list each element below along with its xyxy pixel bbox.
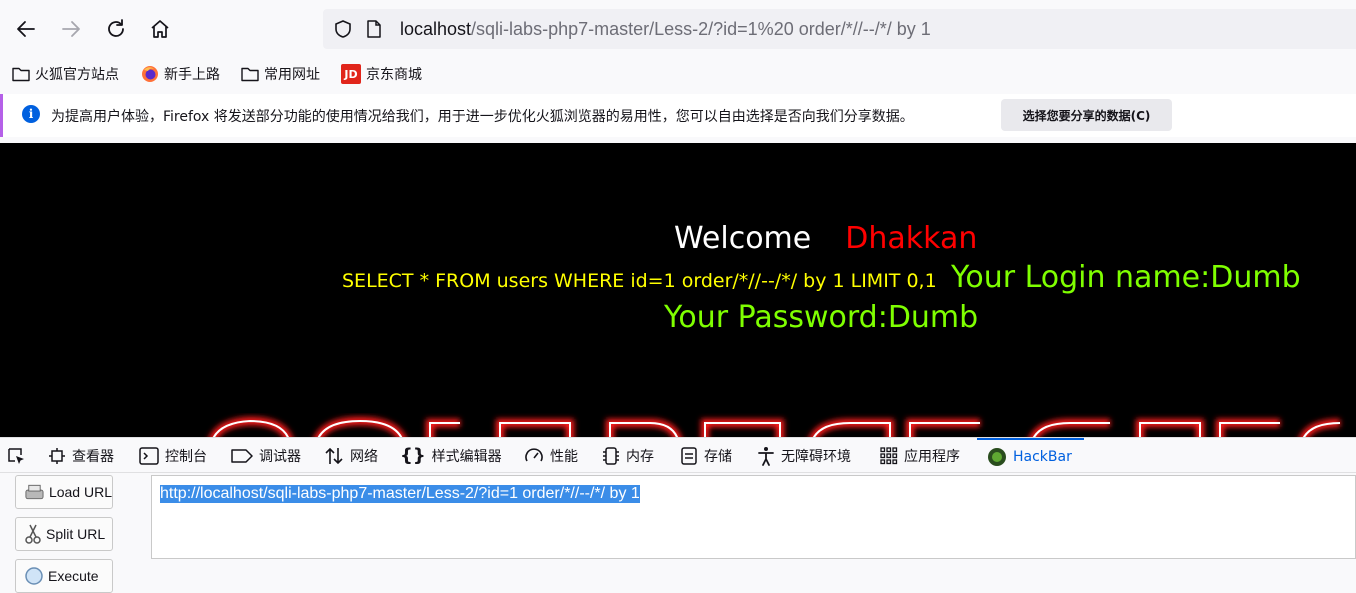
tab-label: 控制台 — [165, 448, 207, 465]
network-icon — [325, 447, 343, 464]
tab-memory[interactable]: 内存 — [602, 438, 654, 473]
console-icon — [139, 446, 159, 465]
page-content: Welcome Dhakkan SELECT * FROM users WHERE… — [0, 143, 1356, 437]
welcome-line: Welcome Dhakkan — [674, 221, 977, 256]
hackbar-icon — [988, 447, 1006, 466]
devtools-tabbar: 查看器 控制台 调试器 网络 {} 样式编辑器 性能 内存 存储 无障碍环境 应… — [0, 437, 1356, 473]
tab-label: 存储 — [704, 448, 732, 465]
username-text: Dhakkan — [845, 221, 978, 256]
tab-label: 内存 — [626, 448, 654, 465]
bookmark-label: 新手上路 — [164, 67, 220, 83]
home-icon — [151, 20, 169, 38]
url-path: /sqli-labs-php7-master/Less-2/?id=1%20 o… — [471, 19, 931, 39]
back-button[interactable] — [12, 14, 40, 44]
load-url-icon — [25, 484, 44, 500]
bookmark-jd[interactable]: JD 京东商城 — [341, 63, 422, 85]
tab-label: 样式编辑器 — [431, 448, 502, 465]
reload-button[interactable] — [102, 14, 130, 44]
braces-icon: {} — [400, 445, 426, 466]
hackbar-url-textarea[interactable]: http://localhost/sqli-labs-php7-master/L… — [151, 475, 1356, 559]
url-text[interactable]: localhost/sqli-labs-php7-master/Less-2/?… — [400, 18, 931, 40]
memory-chip-icon — [603, 446, 619, 465]
tab-label: 查看器 — [72, 448, 114, 465]
execute-button[interactable]: Execute — [15, 559, 113, 593]
debugger-icon — [231, 448, 253, 463]
tab-label: 调试器 — [259, 448, 301, 465]
hackbar-url-value: http://localhost/sqli-labs-php7-master/L… — [160, 485, 640, 503]
page-icon — [367, 20, 381, 38]
button-label: Load URL — [48, 484, 112, 500]
hackbar-panel: Load URL Split URL Execute http://localh… — [0, 473, 1356, 593]
shield-icon[interactable] — [333, 19, 353, 39]
info-icon: i — [22, 105, 40, 123]
tab-label: HackBar — [1013, 448, 1072, 465]
execute-icon — [25, 567, 43, 585]
tab-storage[interactable]: 存储 — [680, 438, 732, 473]
tab-accessibility[interactable]: 无障碍环境 — [757, 438, 851, 473]
tab-performance[interactable]: 性能 — [524, 438, 578, 473]
tab-network[interactable]: 网络 — [324, 438, 378, 473]
element-picker-icon — [8, 447, 24, 464]
bookmark-common-sites[interactable]: 常用网址 — [241, 63, 320, 85]
telemetry-notice: i 为提高用户体验，Firefox 将发送部分功能的使用情况给我们，用于进一步优… — [0, 94, 1356, 137]
bookmark-label: 火狐官方站点 — [35, 67, 119, 83]
bookmark-label: 京东商城 — [366, 67, 422, 83]
tab-label: 性能 — [550, 448, 578, 465]
storage-icon — [681, 446, 697, 465]
forward-button[interactable] — [57, 14, 85, 44]
password-text: Your Password:Dumb — [664, 300, 979, 335]
inspector-icon — [49, 447, 65, 464]
notice-message: 为提高用户体验，Firefox 将发送部分功能的使用情况给我们，用于进一步优化火… — [51, 109, 914, 125]
element-picker-button[interactable] — [6, 438, 26, 473]
forward-arrow-icon — [62, 21, 80, 37]
tab-inspector[interactable]: 查看器 — [48, 438, 114, 473]
login-name: Your Login name:Dumb — [951, 260, 1301, 295]
reload-icon — [108, 19, 124, 37]
sqli-labs-banner-image — [209, 416, 1341, 437]
button-label: Execute — [48, 568, 99, 584]
welcome-text: Welcome — [674, 221, 812, 256]
tab-label: 应用程序 — [904, 448, 960, 465]
sql-query: SELECT * FROM users WHERE id=1 order/*//… — [342, 270, 937, 292]
bookmark-getting-started[interactable]: 新手上路 — [141, 63, 220, 85]
apps-grid-icon — [880, 446, 898, 464]
bookmark-firefox-site[interactable]: 火狐官方站点 — [12, 63, 119, 85]
folder-icon — [241, 67, 259, 82]
browser-toolbar: localhost/sqli-labs-php7-master/Less-2/?… — [0, 0, 1356, 58]
split-url-button[interactable]: Split URL — [15, 517, 113, 551]
url-host: localhost — [400, 19, 472, 39]
tab-style-editor[interactable]: {} 样式编辑器 — [400, 438, 502, 473]
back-arrow-icon — [17, 21, 35, 37]
tab-hackbar[interactable]: HackBar — [977, 438, 1084, 473]
jd-icon: JD — [341, 64, 361, 84]
tab-debugger[interactable]: 调试器 — [231, 438, 301, 473]
bookmarks-bar: 火狐官方站点 新手上路 常用网址 JD 京东商城 — [0, 58, 1356, 90]
folder-icon — [12, 67, 30, 82]
scissors-icon — [25, 524, 41, 544]
tab-label: 无障碍环境 — [781, 448, 851, 465]
tab-label: 网络 — [350, 448, 378, 465]
firefox-icon — [142, 66, 158, 82]
gauge-icon — [525, 447, 543, 461]
tab-console[interactable]: 控制台 — [139, 438, 207, 473]
load-url-button[interactable]: Load URL — [15, 475, 113, 509]
tab-application[interactable]: 应用程序 — [880, 438, 960, 473]
choose-data-button[interactable]: 选择您要分享的数据(C) — [1001, 99, 1172, 131]
accessibility-icon — [758, 446, 774, 466]
button-label: Split URL — [46, 526, 106, 542]
address-bar[interactable]: localhost/sqli-labs-php7-master/Less-2/?… — [323, 9, 1356, 49]
home-button[interactable] — [146, 14, 174, 44]
bookmark-label: 常用网址 — [264, 67, 320, 83]
